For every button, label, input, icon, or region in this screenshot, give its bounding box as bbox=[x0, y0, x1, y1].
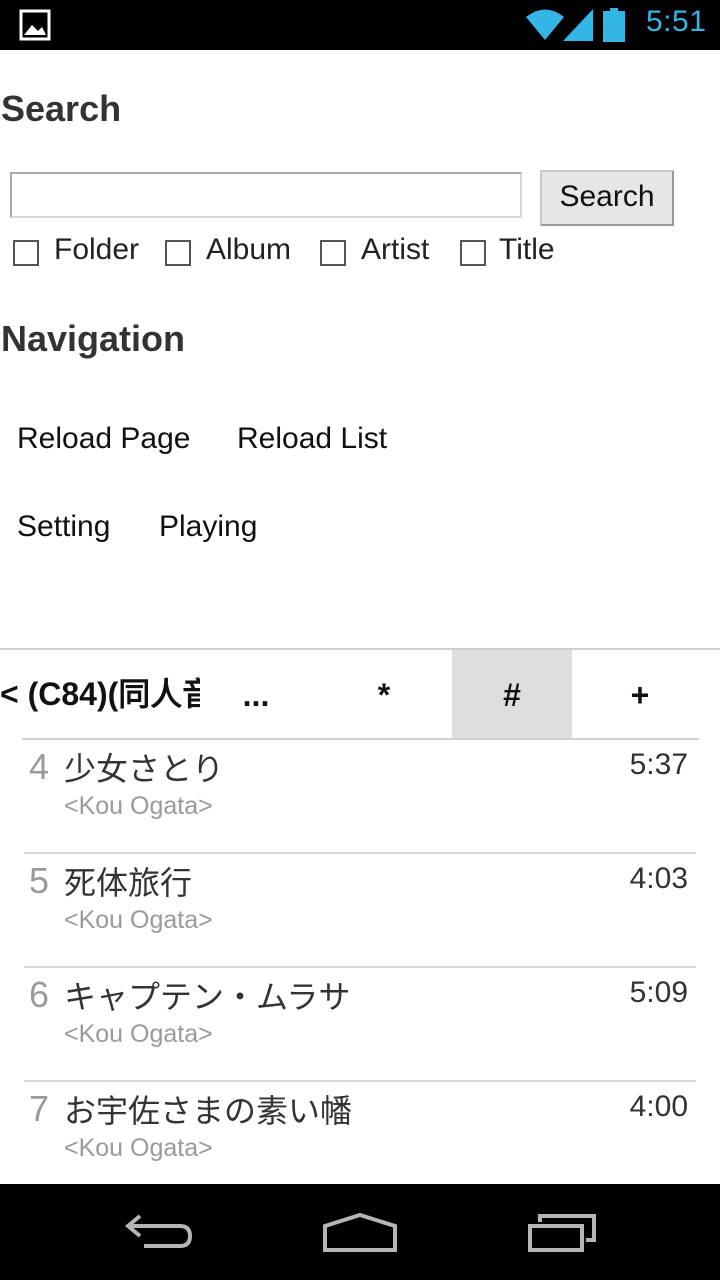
more-button[interactable]: ... bbox=[196, 650, 316, 738]
signal-icon bbox=[563, 9, 593, 46]
search-heading: Search bbox=[1, 88, 122, 129]
track-duration: 5:09 bbox=[629, 976, 688, 1009]
wifi-icon bbox=[526, 8, 564, 45]
system-navigation-bar bbox=[0, 1184, 720, 1280]
track-artist: <Kou Ogata> bbox=[64, 1020, 213, 1048]
folder-toolbar: < (C84)(同人音楽 ... * # + bbox=[0, 650, 720, 738]
reload-page-link[interactable]: Reload Page bbox=[17, 422, 190, 456]
track-number: 5 bbox=[29, 860, 50, 901]
hash-button[interactable]: # bbox=[452, 650, 572, 738]
album-checkbox[interactable] bbox=[165, 240, 191, 266]
recent-apps-icon[interactable] bbox=[526, 1212, 598, 1257]
navigation-heading: Navigation bbox=[1, 318, 186, 359]
track-title: お宇佐さまの素い幡 bbox=[64, 1093, 353, 1129]
status-bar: 5:51 bbox=[0, 0, 720, 50]
track-title: キャプテン・ムラサ bbox=[64, 979, 351, 1015]
track-row[interactable]: 6 キャプテン・ムラサ <Kou Ogata> 5:09 bbox=[24, 968, 696, 1082]
album-checkbox-label[interactable]: Album bbox=[206, 233, 291, 267]
artist-checkbox[interactable] bbox=[320, 240, 346, 266]
back-icon[interactable] bbox=[124, 1212, 196, 1257]
track-number: 6 bbox=[29, 974, 50, 1015]
search-input[interactable] bbox=[10, 172, 522, 218]
playing-link[interactable]: Playing bbox=[159, 510, 257, 544]
track-title: 少女さとり bbox=[64, 751, 225, 787]
track-duration: 5:37 bbox=[629, 748, 688, 781]
status-clock: 5:51 bbox=[646, 5, 707, 38]
setting-link[interactable]: Setting bbox=[17, 510, 110, 544]
track-row[interactable]: 4 少女さとり <Kou Ogata> 5:37 bbox=[24, 740, 696, 854]
folder-checkbox[interactable] bbox=[13, 240, 39, 266]
title-checkbox[interactable] bbox=[460, 240, 486, 266]
track-number: 7 bbox=[29, 1088, 50, 1129]
add-button[interactable]: + bbox=[580, 650, 700, 738]
track-artist: <Kou Ogata> bbox=[64, 792, 213, 820]
reload-list-link[interactable]: Reload List bbox=[237, 422, 387, 456]
track-number: 4 bbox=[29, 746, 50, 787]
track-duration: 4:00 bbox=[629, 1090, 688, 1123]
artist-checkbox-label[interactable]: Artist bbox=[361, 233, 429, 267]
battery-icon bbox=[603, 8, 625, 47]
folder-checkbox-label[interactable]: Folder bbox=[54, 233, 139, 267]
track-artist: <Kou Ogata> bbox=[64, 906, 213, 934]
search-button[interactable]: Search bbox=[540, 170, 674, 226]
track-duration: 4:03 bbox=[629, 862, 688, 895]
image-icon bbox=[19, 9, 51, 41]
title-checkbox-label[interactable]: Title bbox=[499, 233, 555, 267]
folder-path-back[interactable]: < (C84)(同人音楽 bbox=[0, 650, 200, 738]
track-row[interactable]: 5 死体旅行 <Kou Ogata> 4:03 bbox=[24, 854, 696, 968]
track-row[interactable]: 7 お宇佐さまの素い幡 <Kou Ogata> 4:00 bbox=[24, 1082, 696, 1196]
track-artist: <Kou Ogata> bbox=[64, 1134, 213, 1162]
star-button[interactable]: * bbox=[324, 650, 444, 738]
track-title: 死体旅行 bbox=[64, 865, 193, 901]
home-icon[interactable] bbox=[322, 1212, 398, 1257]
